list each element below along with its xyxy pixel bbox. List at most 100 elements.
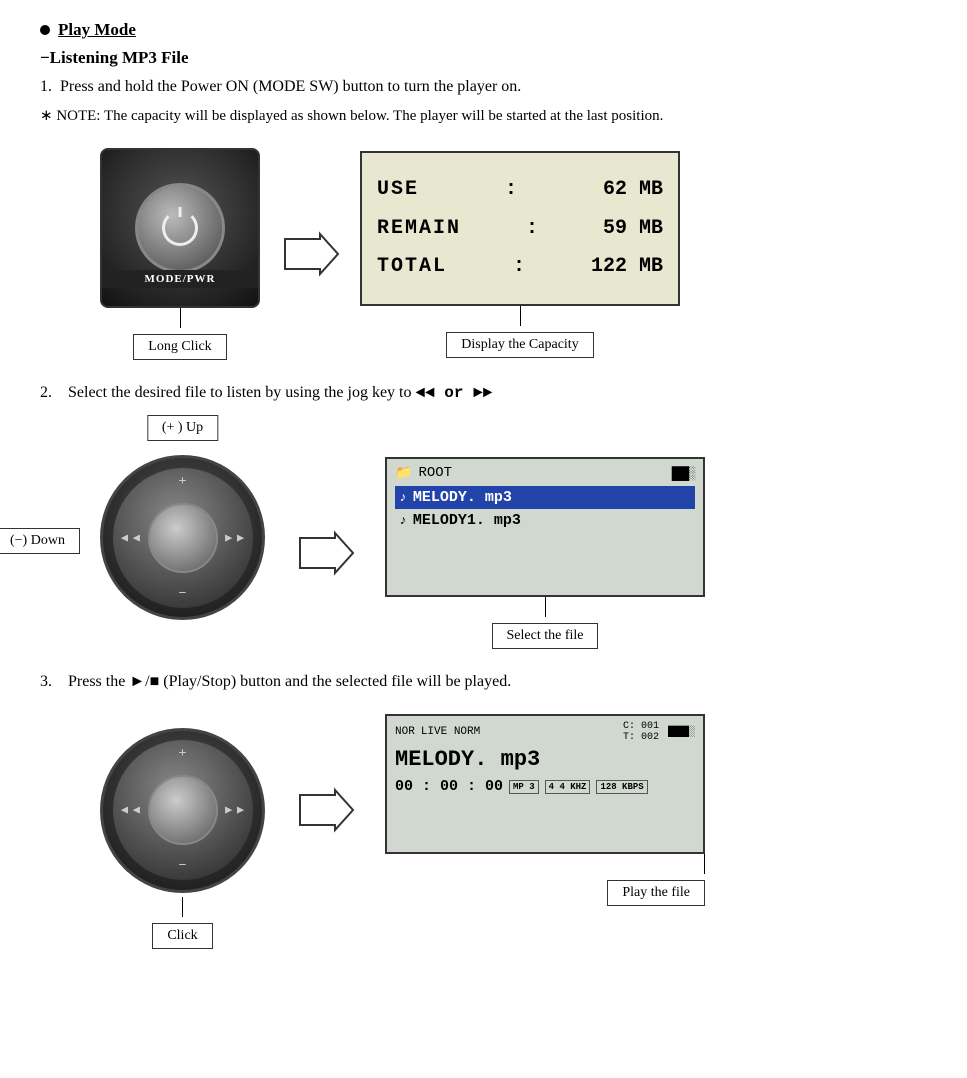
mode-pwr-label: MODE/PWR [102, 270, 258, 288]
jog-device2-wrapper: + − ◄◄ ►► Click [100, 728, 265, 893]
diagram3: + − ◄◄ ►► Click [40, 714, 927, 906]
select-label-container: Select the file [385, 597, 705, 649]
step2-text: Select the desired file to listen by usi… [68, 384, 411, 401]
jog-right-symbol: ►► [223, 530, 247, 545]
long-click-label: Long Click [133, 334, 226, 360]
jog-inner-button[interactable] [148, 503, 218, 573]
page-title: Play Mode [58, 20, 136, 40]
plus-up-label-container: (+ ) Up [147, 409, 218, 441]
mode-pwr-device-box: MODE/PWR Long Click [100, 148, 260, 360]
lcd-play-top: NOR LIVE NORM C: 001 T: 002 ▐███░ [395, 721, 695, 743]
lcd-badge-khz: 4 4 KHZ [545, 780, 591, 794]
jog-left-2: ◄◄ [119, 803, 143, 818]
minus-down-label: (−) Down [0, 528, 80, 554]
lcd-live-norm-label: LIVE NORM [421, 726, 480, 738]
jog-outer-ring-2: + − ◄◄ ►► [113, 740, 253, 880]
lcd-c-label: C: 001 [623, 721, 659, 732]
jog-plus-symbol: + [179, 474, 187, 490]
mode-pwr-device: MODE/PWR [100, 148, 260, 308]
lcd-file-name-1: MELODY. mp3 [413, 489, 512, 506]
lcd-total-value: 122 MB [591, 255, 663, 278]
label-line-5 [704, 854, 705, 874]
jog-device[interactable]: + − ◄◄ ►► [100, 455, 265, 620]
section-title: −Listening MP3 File [40, 48, 927, 68]
lcd-badge-mp3: MP 3 [509, 780, 539, 794]
lcd-capacity-screen: USE : 62 MB REMAIN : 59 MB TOTAL : 122 M… [360, 151, 680, 306]
play-label-container: Play the file [385, 854, 705, 906]
mode-pwr-button[interactable] [135, 183, 225, 273]
lcd-play-container: NOR LIVE NORM C: 001 T: 002 ▐███░ MELODY… [385, 714, 705, 906]
lcd-use-value: 62 MB [603, 178, 663, 201]
battery-icon-3: ▐███░ [665, 727, 695, 738]
step2-keys: ◄◄ or ►► [415, 384, 492, 402]
lcd-play-screen: NOR LIVE NORM C: 001 T: 002 ▐███░ MELODY… [385, 714, 705, 854]
lcd-t-label: T: 002 [623, 732, 659, 743]
lcd-total-colon: : [513, 255, 525, 278]
power-icon [162, 210, 198, 246]
play-file-label: Play the file [607, 880, 705, 906]
jog-device-wrapper: (−) Down (+ ) Up + − ◄◄ ►► [100, 455, 265, 620]
lcd-file-container: 📁 ROOT ▐██░ ♪ MELODY. mp3 ♪ MELODY1. mp3… [385, 457, 705, 649]
step1: 1. Press and hold the Power ON (MODE SW)… [40, 78, 927, 96]
jog-minus-symbol: − [179, 586, 187, 602]
track-counter: C: 001 T: 002 [623, 721, 659, 743]
lcd-file-item-1: ♪ MELODY. mp3 [395, 486, 695, 509]
jog-device-2[interactable]: + − ◄◄ ►► [100, 728, 265, 893]
jog-right-2: ►► [223, 803, 247, 818]
label-line-4 [182, 897, 183, 917]
lcd-total-label: TOTAL [377, 255, 447, 278]
lcd-remain-label: REMAIN [377, 217, 461, 240]
display-capacity-label: Display the Capacity [446, 332, 593, 358]
step3: 3. Press the ►/■ (Play/Stop) button and … [40, 669, 927, 695]
step3-text: Press the ►/■ (Play/Stop) button and the… [68, 673, 511, 690]
lcd-row-total: TOTAL : 122 MB [377, 255, 663, 278]
lcd-use-label: USE [377, 178, 419, 201]
jog-minus-2: − [179, 858, 187, 874]
lcd-remain-colon: : [526, 217, 538, 240]
jog-row: (−) Down (+ ) Up + − ◄◄ ►► [100, 427, 927, 649]
arrow-2 [295, 528, 355, 578]
lcd-play-top-right: C: 001 T: 002 ▐███░ [623, 721, 695, 743]
lcd-remain-value: 59 MB [603, 217, 663, 240]
lcd-file-screen: 📁 ROOT ▐██░ ♪ MELODY. mp3 ♪ MELODY1. mp3 [385, 457, 705, 597]
minus-down-label-container: (−) Down [0, 522, 80, 554]
lcd-play-top-left: NOR LIVE NORM [395, 721, 480, 743]
lcd-row-use: USE : 62 MB [377, 178, 663, 201]
arrow-3 [295, 785, 355, 835]
click-label-container: Click [100, 897, 265, 949]
plus-up-label: (+ ) Up [147, 415, 218, 441]
battery-icon-2: ▐██░ [668, 466, 695, 481]
jog-outer-ring: + − ◄◄ ►► [113, 468, 253, 608]
diagram2: (−) Down (+ ) Up + − ◄◄ ►► [40, 427, 927, 649]
music-note-2: ♪ [399, 513, 407, 528]
diagram1: MODE/PWR Long Click USE : 62 MB REMAIN :… [100, 148, 927, 360]
lcd-use-colon: : [505, 178, 517, 201]
arrow-1 [280, 229, 340, 279]
step2-num: 2. [40, 384, 52, 401]
row3: + − ◄◄ ►► Click [100, 714, 927, 906]
label-line-3 [545, 597, 546, 617]
lcd-row-remain: REMAIN : 59 MB [377, 217, 663, 240]
lcd-play-time-row: 00 : 00 : 00 MP 3 4 4 KHZ 128 KBPS [395, 778, 695, 795]
select-file-label: Select the file [492, 623, 599, 649]
folder-icon: 📁 [395, 465, 412, 482]
header-section: Play Mode [40, 20, 927, 40]
jog-plus-2: + [179, 746, 187, 762]
jog-inner-2[interactable] [148, 775, 218, 845]
lcd-play-filename: MELODY. mp3 [395, 747, 695, 772]
lcd-file-header: 📁 ROOT ▐██░ [395, 465, 695, 482]
jog-left-symbol: ◄◄ [119, 530, 143, 545]
bullet-dot [40, 25, 50, 35]
lcd-file-name-2: MELODY1. mp3 [413, 512, 521, 529]
step2: 2. Select the desired file to listen by … [40, 380, 927, 407]
label-line-1 [180, 308, 181, 328]
lcd-root-label: ROOT [418, 465, 452, 481]
note-text: ∗ NOTE: The capacity will be displayed a… [40, 104, 927, 128]
label-line-2 [520, 306, 521, 326]
lcd-capacity-container: USE : 62 MB REMAIN : 59 MB TOTAL : 122 M… [360, 151, 680, 358]
step1-num: 1. [40, 78, 52, 96]
lcd-file-item-2: ♪ MELODY1. mp3 [395, 509, 695, 532]
click-label: Click [152, 923, 212, 949]
lcd-play-time: 00 : 00 : 00 [395, 778, 503, 795]
step1-text: Press and hold the Power ON (MODE SW) bu… [60, 78, 521, 96]
